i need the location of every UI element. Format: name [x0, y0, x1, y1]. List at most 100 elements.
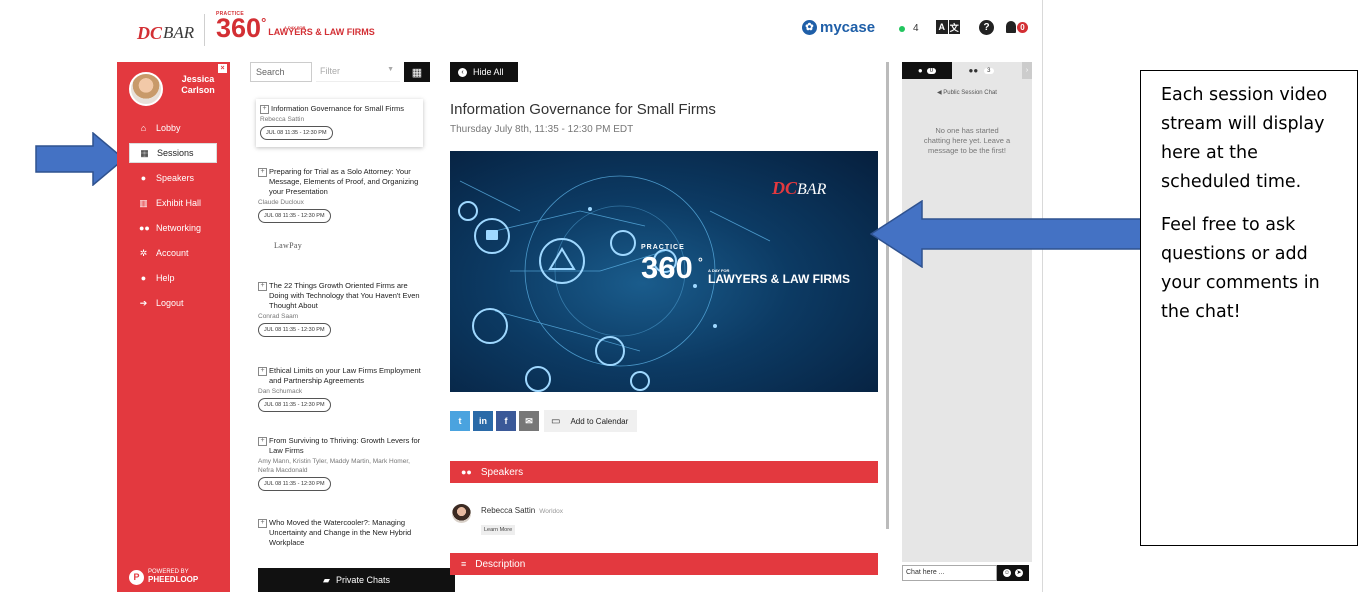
speakers-heading: Speakers [480, 466, 524, 478]
video-logo-bar: BAR [797, 181, 827, 198]
translate-icon[interactable]: A 文 [936, 20, 961, 34]
bell-icon [1006, 21, 1016, 33]
session-list-item[interactable]: Preparing for Trial as a Solo Attorney: … [258, 167, 423, 223]
share-toolbar: t in f ✉ ▭ Add to Calendar [450, 410, 638, 432]
chevron-down-icon: ▼ [387, 66, 394, 73]
practice-360-logo[interactable]: PRACTICE 360 ° A DAY FOR LAWYERS & LAW F… [216, 11, 375, 43]
sidebar-item-label: Logout [156, 298, 184, 308]
session-list-item[interactable]: From Surviving to Thriving: Growth Lever… [258, 436, 423, 491]
help-circle-icon[interactable]: ? [979, 20, 994, 35]
logo-degree-text: ° [261, 15, 267, 30]
session-speakers: Rebecca Sattin [260, 116, 305, 123]
callout-arrow-right [35, 132, 125, 186]
mycase-text: mycase [820, 19, 876, 36]
attendees-count-badge: 3 [984, 67, 994, 74]
video-stream-placeholder[interactable]: DCBAR PRACTICE 360 ° A DAY FOR LAWYERS &… [450, 151, 878, 392]
session-list-item[interactable]: The 22 Things Growth Oriented Firms are … [258, 281, 423, 337]
send-icon[interactable]: ➤ [1015, 569, 1023, 577]
sidebar-item-label: Sessions [157, 148, 194, 158]
description-heading: Description [475, 558, 526, 570]
sidebar-item-label: Networking [156, 223, 202, 233]
session-title: Ethical Limits on your Law Firms Employm… [258, 366, 423, 386]
add-to-calendar-button[interactable]: ▭ Add to Calendar [544, 410, 638, 432]
dcbar-logo[interactable]: DC BAR [137, 22, 194, 44]
sidebar-collapse-icon[interactable]: × [218, 64, 227, 73]
chat-bubble-icon: ▰ [323, 574, 330, 585]
user-name[interactable]: Jessica Carlson [169, 74, 227, 96]
tab-attendees[interactable]: ●● 3 [952, 62, 1010, 79]
gear-icon: ✲ [139, 247, 148, 258]
session-time-badge: JUL 08 11:35 - 12:30 PM [258, 477, 331, 491]
chat-count-badge: 0 [926, 67, 937, 74]
filter-select[interactable]: Filter ▼ [316, 62, 400, 82]
session-list-item[interactable]: Who Moved the Watercooler?: Managing Unc… [258, 518, 423, 548]
video-dcbar-logo: DCBAR [772, 178, 826, 199]
page-title: Information Governance for Small Firms [450, 101, 716, 118]
search-input[interactable]: Search [250, 62, 312, 82]
session-time-badge: JUL 08 11:35 - 12:30 PM [260, 126, 333, 140]
chat-title-text: Public Session Chat [943, 90, 997, 96]
callout-text-1: Each session video stream will display h… [1161, 85, 1328, 192]
callout-text-2: Feel free to ask questions or add your c… [1161, 215, 1320, 322]
session-speakers: Claude Ducloux [258, 199, 304, 206]
twitter-share-button[interactable]: t [450, 411, 470, 431]
session-list-item[interactable]: Information Governance for Small Firms R… [256, 99, 423, 147]
sidebar-item-networking[interactable]: ●● Networking [129, 218, 229, 238]
mycase-sponsor-logo[interactable]: ✿ mycase [802, 19, 875, 36]
emoji-icon[interactable]: ☺ [1003, 569, 1011, 577]
avatar[interactable] [129, 72, 163, 106]
sidebar-item-sessions[interactable]: ▦ Sessions [129, 143, 217, 163]
email-share-button[interactable]: ✉ [519, 411, 539, 431]
session-date: Thursday July 8th, 11:35 - 12:30 PM EDT [450, 124, 634, 135]
mycase-icon: ✿ [802, 20, 817, 35]
logo-practice-text: PRACTICE [216, 11, 244, 17]
sidebar-item-account[interactable]: ✲ Account [129, 243, 229, 263]
instruction-callout: Each session video stream will display h… [1140, 70, 1358, 546]
sidebar: × Jessica Carlson ⌂ Lobby ▦ Sessions ● Spea… [117, 62, 230, 592]
sidebar-item-help[interactable]: ● Help [129, 268, 229, 288]
video-360-text: 360 [641, 250, 693, 285]
avatar[interactable] [452, 504, 471, 523]
notifications-button[interactable]: 0 [1006, 20, 1028, 35]
sidebar-item-lobby[interactable]: ⌂ Lobby [129, 118, 229, 138]
video-degree-text: ° [698, 255, 703, 269]
facebook-share-button[interactable]: f [496, 411, 516, 431]
speaker-name: Rebecca Sattin [481, 506, 536, 515]
hide-all-button[interactable]: ‹ Hide All [450, 62, 518, 82]
learn-more-button[interactable]: Learn More [481, 525, 516, 535]
linkedin-share-button[interactable]: in [473, 411, 493, 431]
logo-bar-text: BAR [163, 23, 195, 42]
add-to-calendar-label: Add to Calendar [570, 416, 629, 426]
pheedloop-icon: P [129, 569, 144, 585]
calendar-icon: ▦ [411, 66, 423, 79]
align-left-icon: ≡ [461, 559, 467, 569]
chat-panel: ● 0 ●● 3 › ◀ Public Session Chat No one ha… [902, 62, 1032, 562]
powered-by-logo[interactable]: P POWERED BY PHEEDLOOP [129, 569, 198, 585]
video-logo-dc: DC [772, 178, 798, 198]
session-title: Information Governance for Small Firms [260, 104, 419, 114]
sidebar-item-label: Help [156, 273, 175, 283]
session-list-item[interactable]: Ethical Limits on your Law Firms Employm… [258, 366, 423, 412]
main-scrollbar[interactable] [886, 62, 889, 529]
hide-all-label: Hide All [473, 67, 504, 77]
online-dot-icon [899, 25, 905, 32]
speakers-section-header[interactable]: ●● Speakers [450, 461, 878, 483]
speaker-card[interactable]: Rebecca Sattin Worldox Learn More [452, 500, 563, 536]
notification-badge: 0 [1017, 22, 1028, 33]
chat-collapse-icon[interactable]: › [1022, 62, 1032, 79]
private-chats-label: Private Chats [335, 575, 390, 585]
tab-chat[interactable]: ● 0 [902, 62, 952, 79]
private-chats-button[interactable]: ▰ Private Chats [258, 568, 455, 592]
calendar-icon: ▦ [140, 147, 149, 158]
description-section-header[interactable]: ≡ Description [450, 553, 878, 575]
sidebar-item-speakers[interactable]: ● Speakers [129, 168, 229, 188]
session-title: From Surviving to Thriving: Growth Lever… [258, 436, 423, 456]
translate-b-glyph: 文 [948, 20, 960, 34]
lawpay-sponsor-logo[interactable]: LawPay [274, 241, 302, 250]
session-title: The 22 Things Growth Oriented Firms are … [258, 281, 423, 311]
sidebar-item-exhibit-hall[interactable]: ▥ Exhibit Hall [129, 193, 229, 213]
calendar-filter-button[interactable]: ▦ [404, 62, 430, 82]
sidebar-item-logout[interactable]: ➔ Logout [129, 293, 229, 313]
chat-input[interactable]: Chat here ... [902, 565, 997, 581]
online-users-indicator[interactable]: 4 [899, 23, 919, 34]
